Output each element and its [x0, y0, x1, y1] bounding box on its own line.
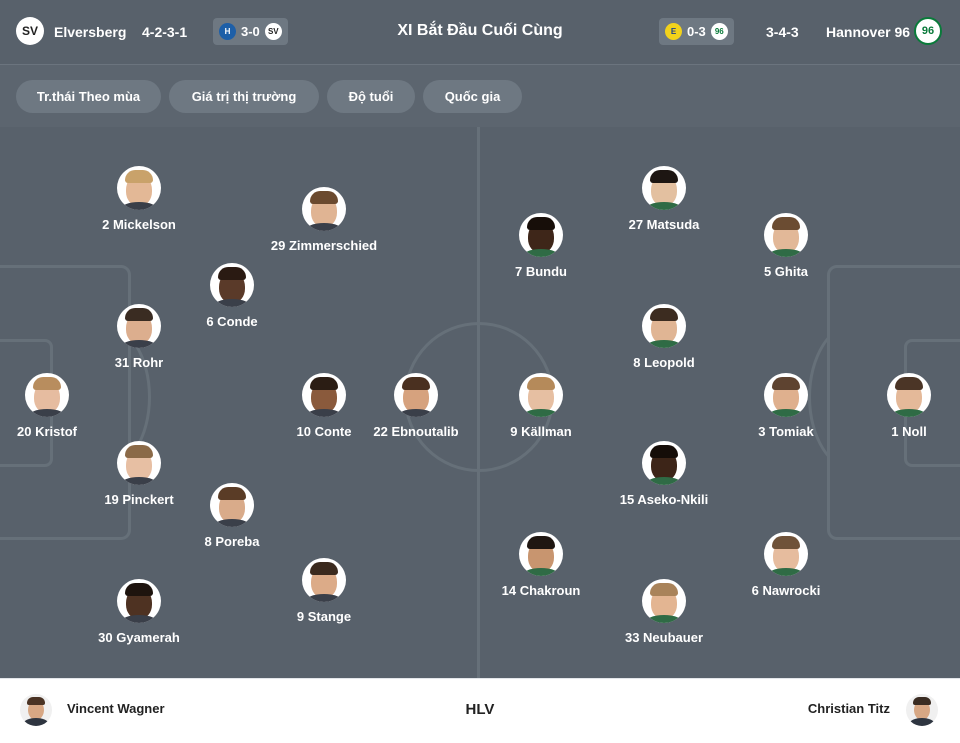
match-header: SV Elversberg 4-2-3-1 H 3-0 SV XI Bắt Đầ… — [0, 0, 960, 64]
away-coach-avatar[interactable] — [906, 694, 938, 726]
player-stange[interactable]: 9 Stange — [249, 558, 399, 625]
player-photo — [302, 373, 346, 417]
hannover-mini-logo-icon: 96 — [710, 23, 728, 40]
player-photo — [210, 483, 254, 527]
player-photo — [642, 441, 686, 485]
player-photo — [519, 373, 563, 417]
player-label: 9 Stange — [296, 609, 352, 624]
away-previous-score: 0-3 — [687, 24, 706, 39]
player-photo — [394, 373, 438, 417]
page-title: XI Bắt Đầu Cuối Cùng — [397, 22, 563, 39]
player-label: 33 Neubauer — [624, 630, 704, 645]
player-aseko-nkili[interactable]: 15 Aseko-Nkili — [589, 441, 739, 508]
player-label: 9 Källman — [510, 424, 572, 439]
player-poreba[interactable]: 8 Poreba — [157, 483, 307, 550]
player-zimmerschied[interactable]: 29 Zimmerschied — [249, 187, 399, 254]
player-label: 8 Leopold — [633, 355, 695, 370]
player-gyamerah[interactable]: 30 Gyamerah — [64, 579, 214, 646]
braunschweig-logo-icon: E — [665, 23, 682, 40]
player-photo — [519, 213, 563, 257]
player-label: 1 Noll — [891, 424, 927, 439]
player-label: 8 Poreba — [204, 534, 260, 549]
away-previous-result[interactable]: E 0-3 96 — [659, 18, 734, 45]
player-photo — [764, 213, 808, 257]
away-coach-name[interactable]: Christian Titz — [808, 701, 890, 716]
player-photo — [764, 373, 808, 417]
player-photo — [117, 579, 161, 623]
player-neubauer[interactable]: 33 Neubauer — [589, 579, 739, 646]
player-photo — [117, 166, 161, 210]
player-label: 7 Bundu — [515, 264, 567, 279]
player-photo — [764, 532, 808, 576]
player-kallman[interactable]: 9 Källman — [466, 373, 616, 440]
player-label: 31 Rohr — [114, 355, 164, 370]
player-label: 20 Kristof — [17, 424, 77, 439]
player-photo — [642, 579, 686, 623]
player-photo — [642, 166, 686, 210]
player-label: 2 Mickelson — [102, 217, 176, 232]
player-label: 5 Ghita — [763, 264, 809, 279]
player-label: 29 Zimmerschied — [270, 238, 378, 253]
player-kristof[interactable]: 20 Kristof — [0, 373, 122, 440]
player-leopold[interactable]: 8 Leopold — [589, 304, 739, 371]
away-formation: 3-4-3 — [766, 24, 799, 40]
tab-season-form[interactable]: Tr.thái Theo mùa — [16, 80, 161, 113]
player-label: 30 Gyamerah — [98, 630, 180, 645]
view-tabs: Tr.thái Theo mùa Giá trị thị trường Độ t… — [0, 64, 960, 127]
player-photo — [642, 304, 686, 348]
away-team-name[interactable]: Hannover 96 — [826, 24, 910, 40]
player-ghita[interactable]: 5 Ghita — [711, 213, 861, 280]
tab-age[interactable]: Độ tuổi — [327, 80, 415, 113]
player-photo — [117, 441, 161, 485]
tab-market-value[interactable]: Giá trị thị trường — [169, 80, 319, 113]
player-bundu[interactable]: 7 Bundu — [466, 213, 616, 280]
player-rohr[interactable]: 31 Rohr — [64, 304, 214, 371]
player-label: 15 Aseko-Nkili — [619, 492, 709, 507]
pitch: 2 Mickelson 29 Zimmerschied 6 Conde 31 R… — [0, 127, 960, 678]
player-photo — [887, 373, 931, 417]
hannover-logo-icon[interactable]: 96 — [914, 17, 942, 45]
player-photo — [117, 304, 161, 348]
player-photo — [302, 187, 346, 231]
tab-country[interactable]: Quốc gia — [423, 80, 522, 113]
coach-bar: Vincent Wagner HLV Christian Titz — [0, 678, 960, 743]
player-photo — [302, 558, 346, 602]
player-photo — [519, 532, 563, 576]
player-noll[interactable]: 1 Noll — [834, 373, 960, 440]
player-photo — [210, 263, 254, 307]
player-mickelson[interactable]: 2 Mickelson — [64, 166, 214, 233]
player-photo — [25, 373, 69, 417]
